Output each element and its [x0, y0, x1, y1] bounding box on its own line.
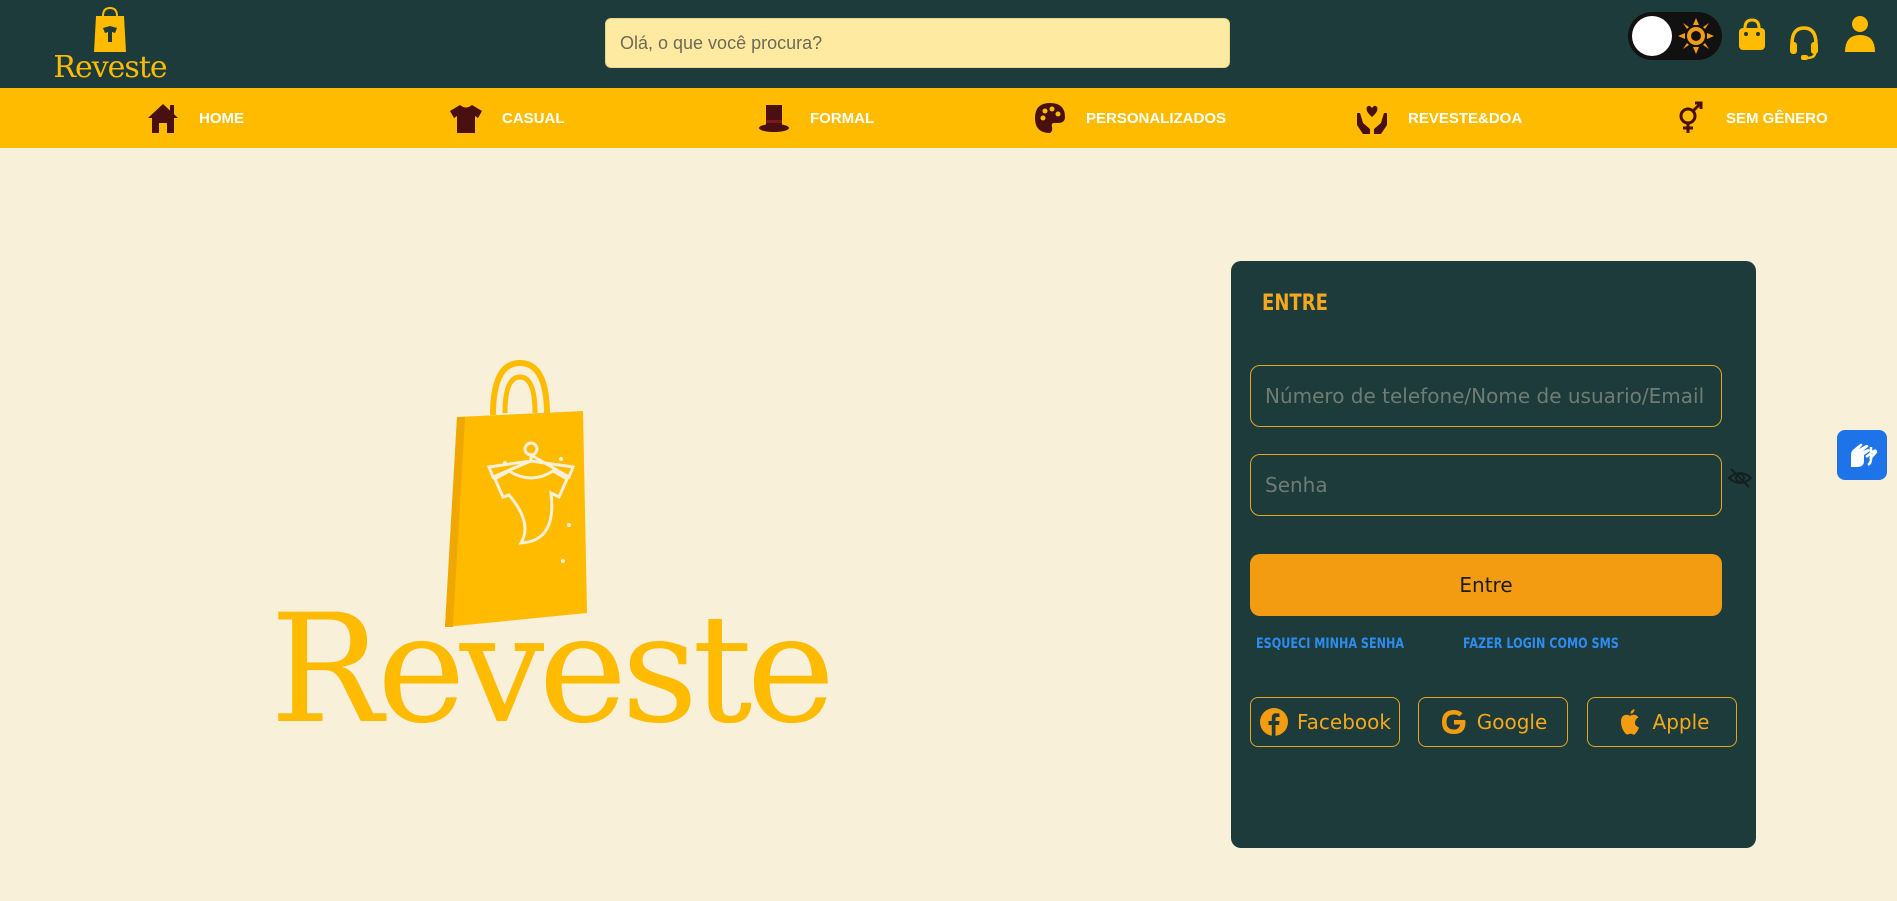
facebook-login-button[interactable]: Facebook	[1250, 697, 1400, 747]
shopping-bag-icon[interactable]	[1734, 16, 1770, 56]
password-field[interactable]	[1250, 454, 1722, 516]
login-card: ENTRE Entre ESQUECI MINHA SENHA FAZER LO…	[1231, 261, 1756, 848]
sun-icon	[1678, 18, 1714, 54]
top-hat-icon	[756, 100, 792, 136]
genderless-icon	[1672, 100, 1708, 136]
palette-icon	[1032, 100, 1068, 136]
search-box[interactable]	[605, 18, 1230, 68]
login-submit-button[interactable]: Entre	[1250, 554, 1722, 616]
nav-item-revestedoa[interactable]: REVESTE&DOA	[1354, 88, 1522, 148]
home-icon	[145, 100, 181, 136]
top-header: Reveste	[0, 0, 1897, 88]
hero-logo: Reveste	[270, 355, 835, 757]
login-title: ENTRE	[1262, 291, 1328, 316]
nav-label: PERSONALIZADOS	[1086, 109, 1227, 127]
eye-slash-icon[interactable]	[1727, 467, 1753, 489]
headset-icon[interactable]	[1786, 22, 1822, 62]
apple-label: Apple	[1652, 710, 1710, 734]
apple-icon	[1620, 709, 1639, 735]
nav-label: HOME	[199, 109, 244, 127]
facebook-label: Facebook	[1297, 710, 1391, 734]
logo-wordmark: Reveste	[53, 50, 167, 85]
sms-login-link[interactable]: FAZER LOGIN COMO SMS	[1463, 636, 1619, 652]
user-icon[interactable]	[1842, 14, 1878, 54]
nav-item-personalizados[interactable]: PERSONALIZADOS	[1032, 88, 1226, 148]
nav-item-casual[interactable]: CASUAL	[448, 88, 565, 148]
sign-language-hands-icon	[1851, 443, 1878, 467]
password-input[interactable]	[1251, 455, 1721, 515]
nav-item-home[interactable]: HOME	[145, 88, 244, 148]
facebook-icon	[1260, 708, 1288, 736]
search-input[interactable]	[606, 19, 1229, 67]
tshirt-icon	[448, 100, 484, 136]
username-input[interactable]	[1251, 366, 1721, 426]
nav-label: SEM GÊNERO	[1726, 109, 1828, 127]
hero-wordmark: Reveste	[270, 583, 835, 757]
hands-heart-icon	[1354, 100, 1390, 136]
google-icon	[1441, 710, 1466, 734]
apple-login-button[interactable]: Apple	[1587, 697, 1737, 747]
shopping-bag-logo-icon	[94, 6, 126, 52]
nav-item-formal[interactable]: FORMAL	[756, 88, 874, 148]
forgot-password-link[interactable]: ESQUECI MINHA SENHA	[1256, 636, 1404, 652]
username-field[interactable]	[1250, 365, 1722, 427]
main-nav: HOME CASUAL FORMAL PERSONALIZADOS REVEST…	[0, 88, 1897, 148]
nav-label: CASUAL	[502, 109, 565, 127]
google-label: Google	[1476, 710, 1548, 734]
accessibility-widget-button[interactable]	[1837, 430, 1887, 480]
nav-label: REVESTE&DOA	[1408, 109, 1523, 127]
google-login-button[interactable]: Google	[1418, 697, 1568, 747]
nav-label: FORMAL	[810, 109, 875, 127]
nav-item-sem-genero[interactable]: SEM GÊNERO	[1672, 88, 1828, 148]
theme-toggle[interactable]	[1628, 12, 1722, 60]
site-logo[interactable]: Reveste	[50, 4, 170, 85]
toggle-knob	[1632, 16, 1672, 56]
